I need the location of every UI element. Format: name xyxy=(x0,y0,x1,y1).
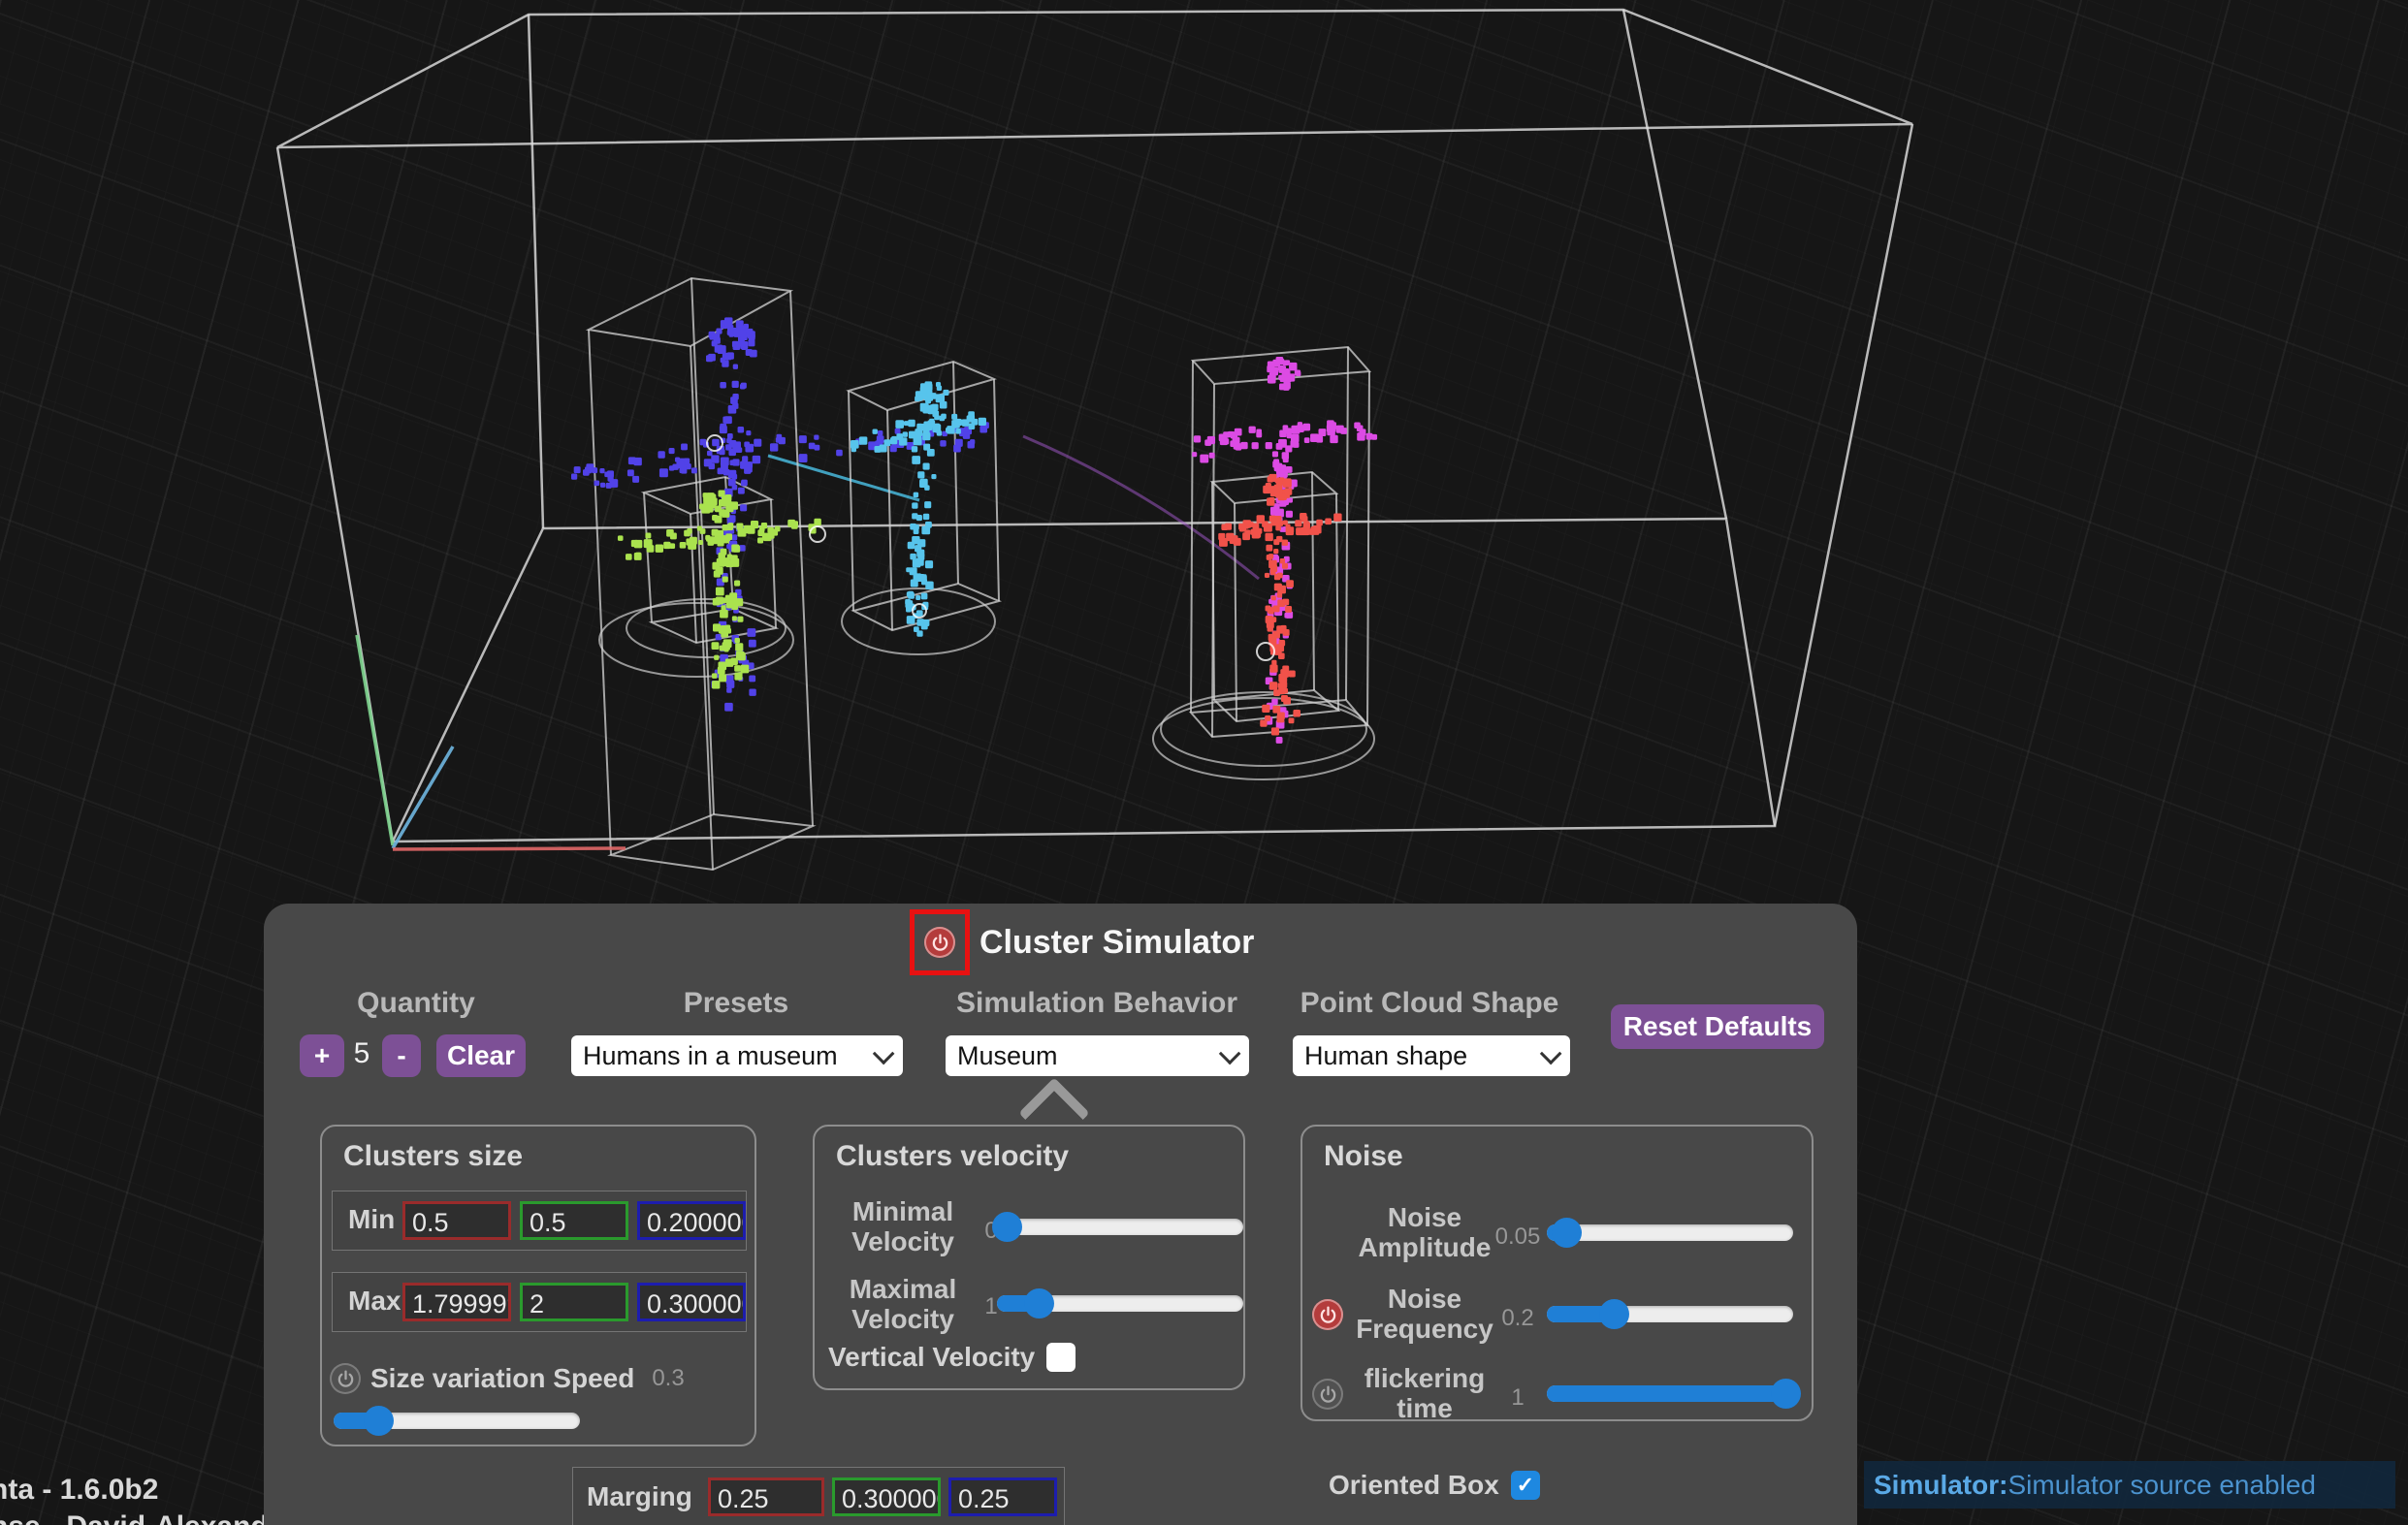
status-bar: Simulator: Simulator source enabled xyxy=(1864,1461,2395,1509)
panel-title: Cluster Simulator xyxy=(979,924,1254,962)
min-velocity-slider[interactable] xyxy=(997,1212,1243,1241)
clear-button[interactable]: Clear xyxy=(436,1034,526,1077)
shape-select[interactable]: Human shape xyxy=(1293,1035,1570,1076)
size-variation-label: Size variation Speed xyxy=(370,1363,634,1394)
noise-frequency-slider[interactable] xyxy=(1547,1299,1793,1328)
slider-thumb[interactable] xyxy=(1599,1299,1629,1329)
license-line: nse - David-Alexand xyxy=(0,1509,269,1525)
slider-thumb[interactable] xyxy=(364,1406,394,1436)
noise-frequency-value: 0.2 xyxy=(1489,1305,1547,1332)
flickering-time-power-icon[interactable] xyxy=(1312,1379,1343,1410)
max-label: Max xyxy=(348,1286,401,1317)
vertical-velocity-label: Vertical Velocity xyxy=(828,1342,1035,1373)
min-size-row: Min 0.5 0.5 0.2000000 xyxy=(332,1191,747,1251)
quantity-header: Quantity xyxy=(357,987,475,1020)
min-x-input[interactable]: 0.5 xyxy=(402,1201,511,1240)
max-x-input[interactable]: 1.7999999 xyxy=(402,1283,511,1321)
presets-header: Presets xyxy=(684,987,788,1020)
flickering-time-label: flickering xyxy=(1347,1363,1502,1393)
min-y-input[interactable]: 0.5 xyxy=(520,1201,628,1240)
clusters-size-title: Clusters size xyxy=(343,1140,523,1173)
max-size-row: Max 1.7999999 2 0.3000000 xyxy=(332,1272,747,1332)
version-info: nta - 1.6.0b2 nse - David-Alexand xyxy=(0,1472,269,1525)
oriented-box-label: Oriented Box xyxy=(1329,1470,1499,1501)
size-variation-value: 0.3 xyxy=(652,1365,684,1392)
app-window: nta - 1.6.0b2 nse - David-Alexand Simula… xyxy=(0,0,2408,1525)
flickering-time-value: 1 xyxy=(1489,1384,1547,1412)
clusters-velocity-panel: Clusters velocity Minimal Velocity 0 Max… xyxy=(813,1125,1245,1390)
size-variation-power-icon[interactable] xyxy=(330,1363,361,1394)
marging-z-input[interactable]: 0.25 xyxy=(948,1477,1057,1516)
presets-select-value: Humans in a museum xyxy=(583,1041,838,1071)
chevron-down-icon xyxy=(873,1043,895,1065)
clusters-size-panel: Clusters size Min 0.5 0.5 0.2000000 Max … xyxy=(320,1125,756,1446)
power-icon[interactable] xyxy=(924,927,955,958)
marging-y-input[interactable]: 0.3000000 xyxy=(832,1477,941,1516)
marging-x-input[interactable]: 0.25 xyxy=(708,1477,824,1516)
status-message: Simulator source enabled xyxy=(2007,1470,2316,1501)
size-variation-slider[interactable] xyxy=(334,1406,580,1435)
behavior-select[interactable]: Museum xyxy=(946,1035,1249,1076)
shape-header: Point Cloud Shape xyxy=(1300,987,1559,1020)
version-line: nta - 1.6.0b2 xyxy=(0,1472,269,1509)
chevron-down-icon xyxy=(1219,1043,1241,1065)
min-velocity-label: Minimal xyxy=(830,1196,976,1226)
noise-title: Noise xyxy=(1324,1140,1403,1173)
max-velocity-label: Maximal xyxy=(830,1274,976,1304)
min-z-input[interactable]: 0.2000000 xyxy=(637,1201,746,1240)
clusters-velocity-title: Clusters velocity xyxy=(836,1140,1069,1173)
behavior-select-value: Museum xyxy=(957,1041,1058,1071)
point-cloud-human-green xyxy=(618,490,821,688)
chevron-down-icon xyxy=(1540,1043,1562,1065)
status-source: Simulator: xyxy=(1874,1470,2007,1501)
max-y-input[interactable]: 2 xyxy=(520,1283,628,1321)
behavior-header: Simulation Behavior xyxy=(956,987,1237,1020)
point-cloud-human-cyan xyxy=(851,381,986,636)
slider-thumb[interactable] xyxy=(1552,1218,1582,1248)
noise-amplitude-slider[interactable] xyxy=(1547,1218,1793,1247)
slider-thumb[interactable] xyxy=(1024,1288,1054,1318)
marging-label: Marging xyxy=(587,1481,692,1512)
oriented-box-checkbox[interactable]: ✓ xyxy=(1511,1471,1540,1500)
shape-select-value: Human shape xyxy=(1304,1041,1467,1071)
slider-thumb[interactable] xyxy=(992,1212,1022,1242)
max-velocity-slider[interactable] xyxy=(997,1288,1243,1318)
min-label: Min xyxy=(348,1204,395,1235)
noise-amplitude-label: Noise xyxy=(1347,1202,1502,1232)
noise-frequency-power-icon[interactable] xyxy=(1312,1299,1343,1330)
noise-frequency-label: Noise xyxy=(1347,1284,1502,1314)
marging-row: Marging 0.25 0.3000000 0.25 xyxy=(572,1467,1065,1525)
noise-amplitude-value: 0.05 xyxy=(1489,1223,1547,1251)
quantity-plus-button[interactable]: + xyxy=(300,1034,344,1077)
presets-select[interactable]: Humans in a museum xyxy=(571,1035,903,1076)
slider-thumb[interactable] xyxy=(1771,1379,1801,1409)
reset-defaults-button[interactable]: Reset Defaults xyxy=(1611,1004,1824,1049)
quantity-value: 5 xyxy=(354,1037,370,1070)
quantity-minus-button[interactable]: - xyxy=(382,1034,421,1077)
max-z-input[interactable]: 0.3000000 xyxy=(637,1283,746,1321)
noise-panel: Noise Noise Amplitude 0.05 Noise Frequen… xyxy=(1300,1125,1814,1421)
flickering-time-slider[interactable] xyxy=(1547,1379,1793,1408)
vertical-velocity-checkbox[interactable] xyxy=(1046,1343,1076,1372)
power-toggle-highlight xyxy=(910,909,970,975)
cluster-simulator-panel: Cluster Simulator Quantity Presets Simul… xyxy=(264,904,1857,1525)
